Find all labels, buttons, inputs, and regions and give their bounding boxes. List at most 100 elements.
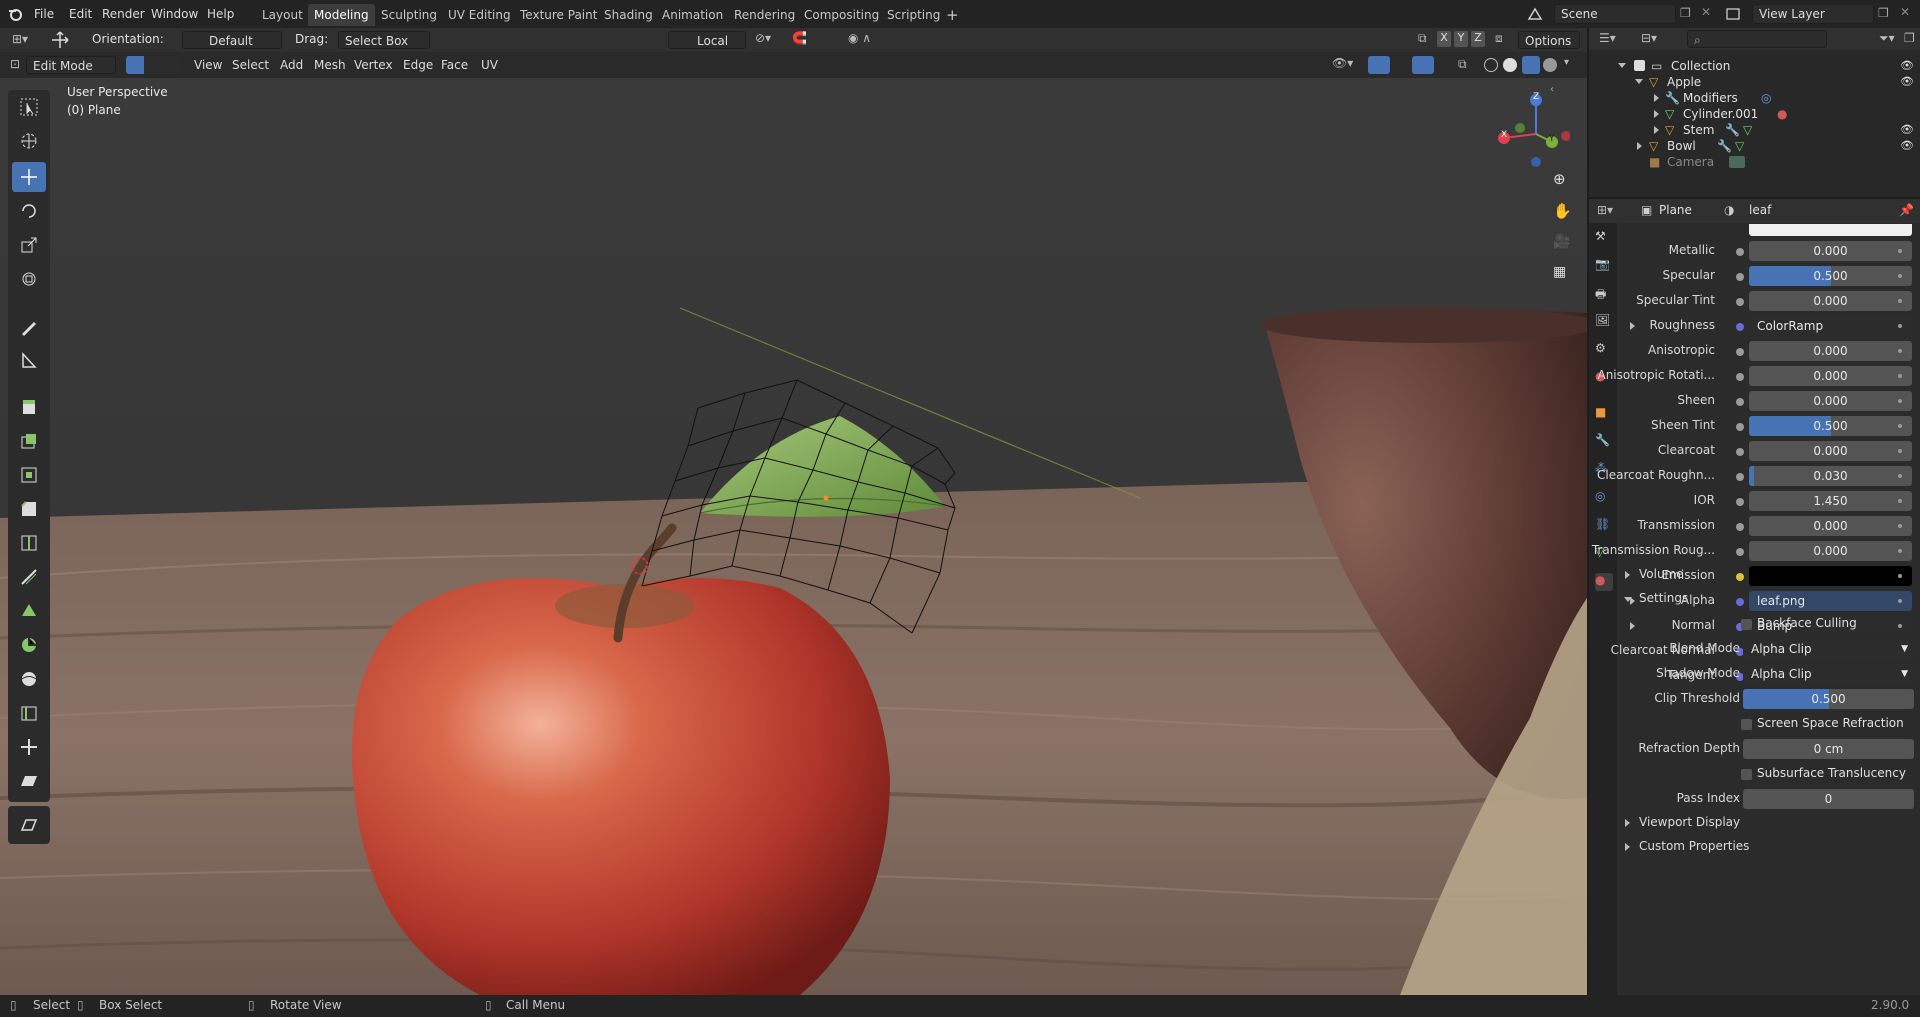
wireframe-shading-icon[interactable] <box>1484 58 1498 72</box>
socket-icon[interactable] <box>1736 373 1744 381</box>
param-slider[interactable]: 1.450 <box>1749 491 1912 511</box>
socket-icon[interactable] <box>1736 348 1744 356</box>
cursor-tool[interactable] <box>12 126 46 156</box>
transform-tool[interactable] <box>12 264 46 294</box>
extrude-tool[interactable] <box>12 426 46 456</box>
blender-logo-icon[interactable] <box>7 6 23 22</box>
pivot-dropdown[interactable]: Local <box>668 31 746 49</box>
material-preview-icon[interactable] <box>1522 56 1540 74</box>
rendered-shading-icon[interactable] <box>1543 58 1557 72</box>
expand-arrow-icon[interactable] <box>1637 142 1642 150</box>
collapse-arrow-icon[interactable] <box>1635 79 1643 84</box>
new-scene-icon[interactable]: ❐ <box>1680 6 1691 20</box>
shading-options-icon[interactable]: ▾ <box>1564 57 1569 68</box>
tab-sculpting[interactable]: Sculpting <box>375 4 443 26</box>
ssr-checkbox[interactable] <box>1741 719 1752 730</box>
shear-tool[interactable] <box>12 766 46 796</box>
socket-icon[interactable] <box>1736 523 1744 531</box>
socket-icon[interactable] <box>1736 548 1744 556</box>
snap-icon[interactable]: 🧲 <box>792 31 807 45</box>
menu-mesh[interactable]: Mesh <box>314 56 346 74</box>
tab-rendering[interactable]: Rendering <box>728 4 801 26</box>
properties-editor-type-icon[interactable]: ⊞▾ <box>1597 203 1613 217</box>
socket-icon[interactable] <box>1736 248 1744 256</box>
keyframe-dot-icon[interactable] <box>1898 399 1902 403</box>
select-box-tool[interactable] <box>12 92 46 122</box>
collapse-arrow-icon[interactable] <box>1618 63 1626 68</box>
expand-arrow-icon[interactable] <box>1654 110 1659 118</box>
outliner-search-input[interactable]: ⌕ <box>1687 30 1827 48</box>
smooth-tool[interactable] <box>12 664 46 694</box>
menu-select[interactable]: Select <box>232 56 269 74</box>
socket-icon[interactable] <box>1736 448 1744 456</box>
new-view-layer-icon[interactable]: ❐ <box>1878 6 1889 20</box>
proportional-edit-icon[interactable]: ◉ ∧ <box>848 31 871 45</box>
menu-file[interactable]: File <box>34 5 54 23</box>
blend-mode-dropdown[interactable]: Alpha Clip ▼ <box>1743 639 1914 659</box>
param-slider[interactable]: 0.000 <box>1749 541 1912 561</box>
tab-modeling[interactable]: Modeling <box>308 4 375 26</box>
param-slider[interactable]: 0.000 <box>1749 391 1912 411</box>
close-scene-icon[interactable]: ✕ <box>1701 5 1711 19</box>
param-slider[interactable]: 0.500 <box>1749 416 1912 436</box>
orientation-dropdown[interactable]: Default <box>182 31 282 49</box>
mirror-icon[interactable]: ⧉ <box>1418 31 1427 46</box>
visibility-eye-icon[interactable]: 👁 <box>1900 136 1914 152</box>
filter-icon[interactable]: ⏷▾ <box>1879 31 1895 46</box>
section-custom-properties[interactable]: Custom Properties <box>1617 835 1920 859</box>
rotate-tool[interactable] <box>12 196 46 226</box>
backface-culling-checkbox[interactable] <box>1741 619 1752 630</box>
edge-select-icon[interactable] <box>144 56 162 74</box>
socket-icon[interactable] <box>1736 323 1744 331</box>
keyframe-dot-icon[interactable] <box>1898 349 1902 353</box>
keyframe-dot-icon[interactable] <box>1898 324 1902 328</box>
pan-hand-icon[interactable]: ✋ <box>1553 202 1572 220</box>
expand-arrow-icon[interactable] <box>1630 322 1635 330</box>
auto-merge-icon[interactable]: ⧈ <box>1495 31 1503 46</box>
section-settings[interactable]: Settings <box>1617 587 1920 611</box>
tab-scripting[interactable]: Scripting <box>881 4 946 26</box>
shrink-fatten-tool[interactable] <box>12 732 46 762</box>
param-slider[interactable]: 0.500 <box>1749 266 1912 286</box>
bevel-tool[interactable] <box>12 494 46 524</box>
menu-add[interactable]: Add <box>280 56 303 74</box>
vertex-select-icon[interactable] <box>126 56 144 74</box>
clip-threshold-slider[interactable]: 0.500 <box>1743 689 1914 709</box>
rip-region-tool[interactable] <box>8 806 50 844</box>
menu-window[interactable]: Window <box>151 5 198 23</box>
tab-animation[interactable]: Animation <box>656 4 729 26</box>
socket-icon[interactable] <box>1736 273 1744 281</box>
expand-arrow-icon[interactable] <box>1654 126 1659 134</box>
socket-icon[interactable] <box>1736 298 1744 306</box>
socket-icon[interactable] <box>1736 498 1744 506</box>
sidebar-toggle-icon[interactable]: ‹ <box>1550 84 1554 95</box>
visibility-eye-icon[interactable]: 👁 <box>1900 120 1914 136</box>
zoom-icon[interactable]: ⊕ <box>1553 170 1566 188</box>
param-link-field[interactable]: ColorRamp <box>1749 316 1912 336</box>
axis-y-toggle[interactable]: Y <box>1454 31 1468 47</box>
visibility-eye-icon[interactable]: 👁 <box>1900 56 1914 72</box>
keyframe-dot-icon[interactable] <box>1898 499 1902 503</box>
drag-dropdown[interactable]: Select Box <box>338 31 430 49</box>
keyframe-dot-icon[interactable] <box>1898 474 1902 478</box>
menu-edit[interactable]: Edit <box>69 5 92 23</box>
navigation-gizmo[interactable] <box>1490 88 1570 168</box>
keyframe-dot-icon[interactable] <box>1898 549 1902 553</box>
tab-texture-paint[interactable]: Texture Paint <box>514 4 603 26</box>
gizmo-toggle-icon[interactable] <box>1368 56 1390 74</box>
subsurface-color-swatch[interactable] <box>1749 224 1912 236</box>
editor-type-icon[interactable]: ⊞▾ <box>12 32 28 46</box>
keyframe-dot-icon[interactable] <box>1898 374 1902 378</box>
close-view-layer-icon[interactable]: ✕ <box>1900 5 1910 19</box>
param-slider[interactable]: 0.000 <box>1749 516 1912 536</box>
xray-toggle-icon[interactable]: ⧉ <box>1458 57 1467 72</box>
visibility-eye-icon[interactable]: 👁 <box>1900 72 1914 88</box>
tab-layout[interactable]: Layout <box>256 4 309 26</box>
menu-help[interactable]: Help <box>207 5 234 23</box>
keyframe-dot-icon[interactable] <box>1898 274 1902 278</box>
display-mode-icon[interactable]: ⊟▾ <box>1641 31 1657 45</box>
scale-tool[interactable] <box>12 230 46 260</box>
pass-index-field[interactable]: 0 <box>1743 789 1914 809</box>
view-layer-icon[interactable] <box>1724 5 1748 23</box>
keyframe-dot-icon[interactable] <box>1898 299 1902 303</box>
